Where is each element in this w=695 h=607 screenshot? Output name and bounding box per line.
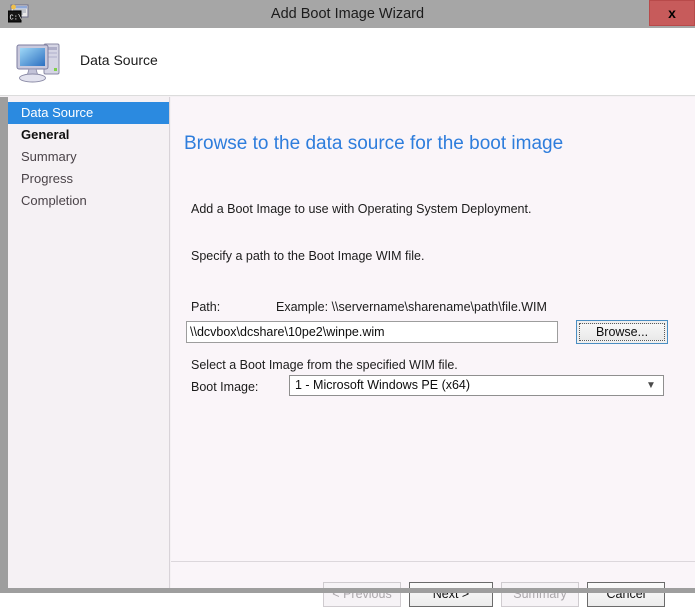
- sidebar-item-general[interactable]: General: [8, 124, 169, 146]
- summary-button[interactable]: Summary: [501, 582, 579, 607]
- chevron-down-icon[interactable]: ▼: [644, 376, 658, 395]
- window-bottom-edge: [0, 588, 695, 593]
- sidebar-item-completion[interactable]: Completion: [8, 190, 169, 212]
- wizard-window: C:\ Add Boot Image Wizard x Data Source …: [0, 0, 695, 607]
- boot-image-select[interactable]: 1 - Microsoft Windows PE (x64) ▼: [289, 375, 664, 396]
- sidebar-item-label: Data Source: [21, 105, 94, 120]
- title-bar: C:\ Add Boot Image Wizard x: [0, 0, 695, 28]
- sidebar-item-data-source[interactable]: Data Source: [8, 102, 169, 124]
- page-heading: Browse to the data source for the boot i…: [184, 133, 564, 154]
- browse-button-label: Browse...: [579, 323, 665, 341]
- sidebar-item-label: General: [21, 127, 70, 142]
- cancel-button[interactable]: Cancel: [587, 582, 665, 607]
- intro-text-1: Add a Boot Image to use with Operating S…: [191, 202, 532, 216]
- select-boot-image-note: Select a Boot Image from the specified W…: [191, 358, 458, 372]
- dialog-client-area: Data Source Data Source General Summary …: [0, 28, 695, 607]
- wizard-page-title: Data Source: [80, 52, 158, 68]
- boot-image-label: Boot Image:: [191, 380, 259, 394]
- browse-button[interactable]: Browse...: [576, 320, 668, 344]
- path-input[interactable]: [186, 321, 558, 343]
- close-icon[interactable]: x: [649, 0, 695, 26]
- computer-icon: [14, 36, 66, 86]
- window-title: Add Boot Image Wizard: [270, 6, 425, 22]
- path-example-text: Example: \\servername\sharename\path\fil…: [276, 300, 547, 314]
- path-label: Path:: [191, 300, 221, 314]
- window-left-edge: [0, 97, 8, 588]
- sidebar-item-progress[interactable]: Progress: [8, 168, 169, 190]
- sidebar-item-label: Completion: [21, 193, 87, 208]
- next-button[interactable]: Next >: [409, 582, 493, 607]
- wizard-step-list: Data Source General Summary Progress Com…: [8, 97, 170, 588]
- boot-image-selected-value: 1 - Microsoft Windows PE (x64): [295, 378, 471, 392]
- dialog-footer: < Previous Next > Summary Cancel: [171, 562, 695, 607]
- wizard-header: Data Source: [0, 28, 695, 96]
- intro-text-2: Specify a path to the Boot Image WIM fil…: [191, 249, 425, 263]
- sidebar-item-label: Summary: [21, 149, 77, 164]
- sidebar-item-summary[interactable]: Summary: [8, 146, 169, 168]
- previous-button[interactable]: < Previous: [323, 582, 401, 607]
- sidebar-item-label: Progress: [21, 171, 74, 186]
- wizard-content-panel: Browse to the data source for the boot i…: [171, 97, 695, 607]
